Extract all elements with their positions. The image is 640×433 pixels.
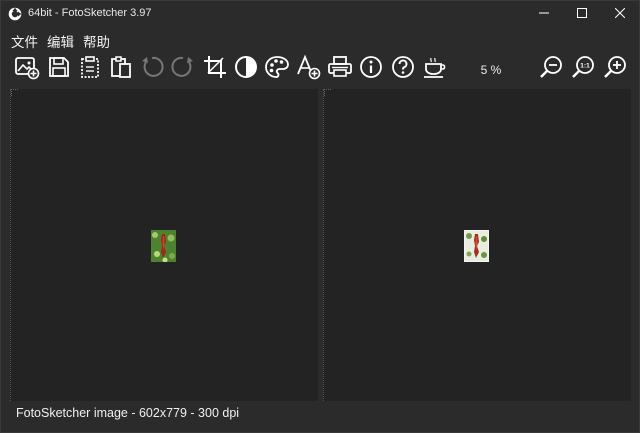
redo-icon — [170, 54, 196, 85]
original-image-thumbnail[interactable] — [151, 230, 176, 263]
app-window: 64bit - FotoSketcher 3.97 文件 编辑 帮助 5 % 1… — [0, 0, 640, 433]
title-bar[interactable]: 64bit - FotoSketcher 3.97 — [1, 1, 639, 27]
print-button[interactable] — [326, 55, 354, 83]
menu-bar: 文件 编辑 帮助 — [1, 29, 110, 51]
coffee-icon — [422, 54, 448, 85]
help-icon — [390, 54, 416, 85]
menu-help[interactable]: 帮助 — [83, 29, 110, 51]
crop-icon — [202, 54, 228, 85]
zoom-actual-icon: 1:1 — [570, 54, 596, 85]
help-button[interactable] — [389, 55, 417, 83]
result-image-thumbnail[interactable] — [464, 230, 489, 262]
app-logo-icon — [8, 7, 22, 21]
window-title: 64bit - FotoSketcher 3.97 — [28, 7, 152, 19]
palette-button[interactable] — [263, 55, 291, 83]
zoom-level: 5 % — [480, 63, 502, 77]
menu-file[interactable]: 文件 — [11, 29, 38, 51]
zoom-in-icon — [602, 54, 628, 85]
redo-button[interactable] — [169, 55, 197, 83]
copy-icon — [108, 54, 134, 85]
minimize-icon — [539, 5, 549, 23]
paste-button[interactable] — [76, 55, 104, 83]
close-icon — [614, 5, 626, 23]
save-button[interactable] — [45, 55, 73, 83]
result-image-pane[interactable] — [323, 89, 631, 401]
save-icon — [46, 54, 72, 85]
add-text-button[interactable] — [294, 54, 322, 85]
crop-button[interactable] — [201, 55, 229, 83]
open-image-icon — [14, 54, 40, 85]
open-image-button[interactable] — [13, 55, 41, 83]
menu-edit[interactable]: 编辑 — [47, 29, 74, 51]
info-icon — [358, 54, 384, 85]
zoom-out-button[interactable] — [537, 55, 565, 83]
contrast-button[interactable] — [232, 55, 260, 83]
paste-icon — [77, 54, 103, 85]
status-bar-text: FotoSketcher image - 602x779 - 300 dpi — [16, 406, 240, 420]
zoom-in-button[interactable] — [601, 55, 629, 83]
info-button[interactable] — [357, 55, 385, 83]
minimize-button[interactable] — [524, 1, 564, 27]
palette-icon — [264, 54, 290, 85]
toolbar: 5 % 1:1 — [1, 53, 639, 87]
maximize-button[interactable] — [562, 1, 602, 27]
undo-button[interactable] — [138, 55, 166, 83]
maximize-icon — [577, 5, 587, 23]
zoom-actual-label: 1:1 — [580, 62, 590, 69]
zoom-actual-button[interactable]: 1:1 — [569, 55, 597, 83]
zoom-out-icon — [538, 54, 564, 85]
copy-button[interactable] — [107, 55, 135, 83]
undo-icon — [139, 54, 165, 85]
contrast-icon — [233, 54, 259, 85]
original-image-pane[interactable] — [10, 89, 318, 401]
coffee-button[interactable] — [421, 55, 449, 83]
print-icon — [327, 54, 353, 85]
close-button[interactable] — [600, 1, 640, 27]
add-text-icon — [295, 54, 321, 85]
